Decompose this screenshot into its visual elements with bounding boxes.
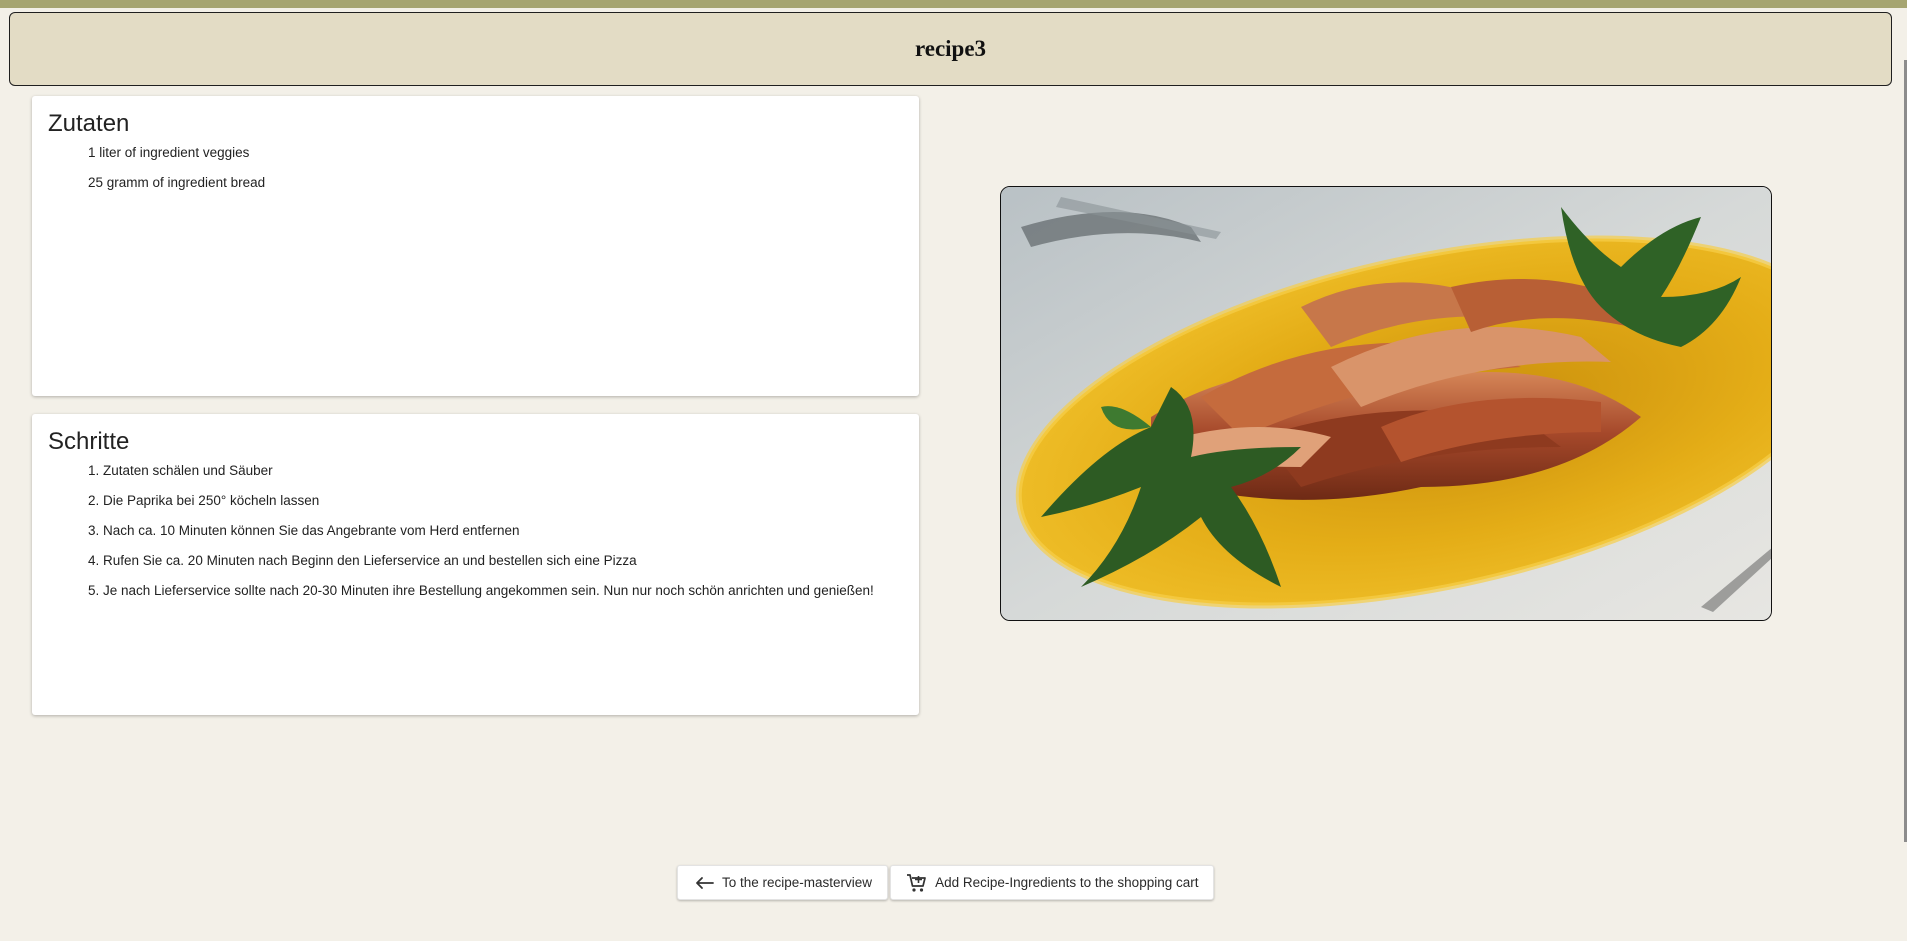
step-item: 4. Rufen Sie ca. 20 Minuten nach Beginn … [88, 553, 637, 568]
cart-button-label: Add Recipe-Ingredients to the shopping c… [935, 875, 1199, 890]
steps-card: Schritte 1. Zutaten schälen und Säuber 2… [32, 414, 919, 715]
steps-title: Schritte [48, 428, 130, 455]
ingredients-card: Zutaten 1 liter of ingredient veggies 25… [32, 96, 919, 396]
recipe-image [1000, 186, 1772, 621]
ingredients-title: Zutaten [48, 110, 130, 137]
step-item: 2. Die Paprika bei 250° köcheln lassen [88, 493, 320, 508]
dish-photo-icon [1001, 187, 1771, 620]
action-bar: To the recipe-masterview Add Recipe-Ingr… [677, 865, 1215, 900]
step-item: 5. Je nach Lieferservice sollte nach 20-… [88, 583, 874, 598]
add-to-cart-button[interactable]: Add Recipe-Ingredients to the shopping c… [890, 865, 1215, 900]
back-to-masterview-button[interactable]: To the recipe-masterview [677, 865, 889, 900]
ingredient-item: 25 gramm of ingredient bread [88, 175, 266, 190]
ingredients-list: 1 liter of ingredient veggies 25 gramm o… [48, 143, 903, 203]
arrow-left-icon [693, 872, 715, 894]
step-item: 1. Zutaten schälen und Säuber [88, 463, 273, 478]
steps-list: 1. Zutaten schälen und Säuber 2. Die Pap… [48, 461, 903, 611]
top-accent-stripe [0, 0, 1907, 8]
back-button-label: To the recipe-masterview [722, 875, 873, 890]
page-title: recipe3 [914, 36, 987, 61]
ingredient-item: 1 liter of ingredient veggies [88, 145, 250, 160]
cart-plus-icon [906, 872, 928, 894]
step-item: 3. Nach ca. 10 Minuten können Sie das An… [88, 523, 520, 538]
page-header: recipe3 [9, 12, 1892, 86]
